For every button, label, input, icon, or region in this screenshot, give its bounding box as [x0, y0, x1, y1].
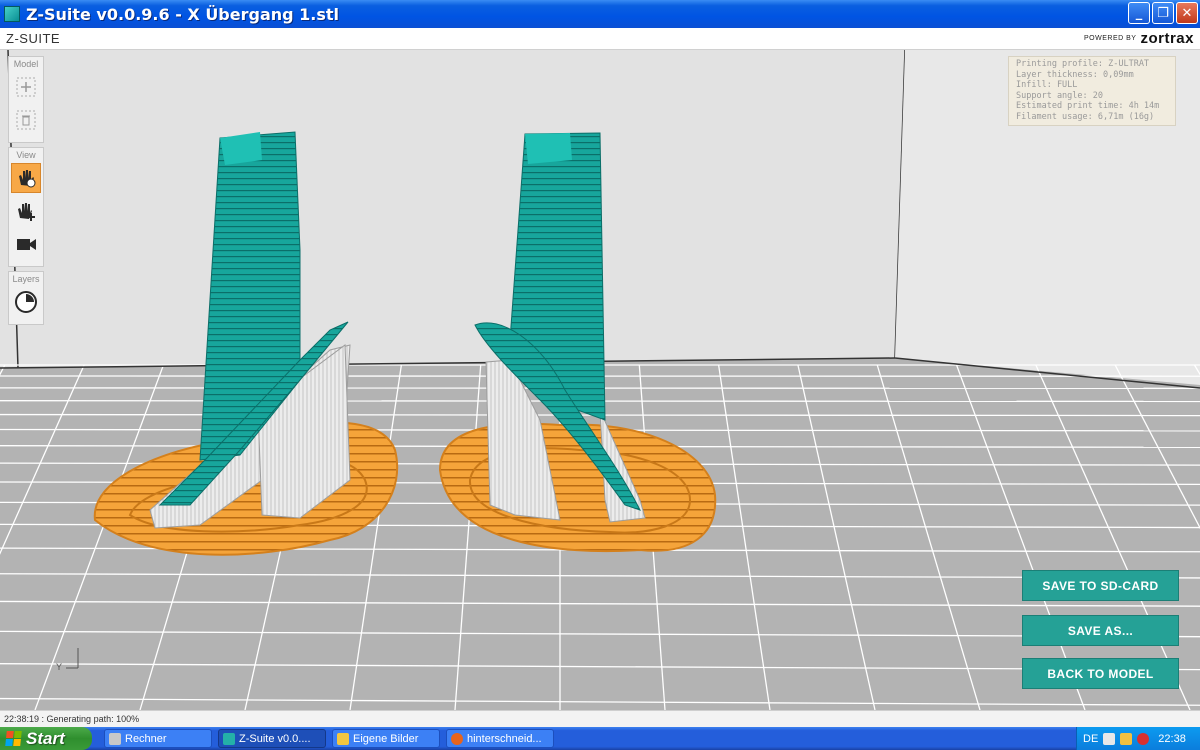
toolbar-group-label: View: [16, 150, 36, 160]
add-icon: [16, 77, 36, 97]
axis-label: Y: [56, 662, 62, 672]
camera-icon: [17, 239, 36, 250]
info-support-angle: Support angle: 20: [1016, 90, 1103, 101]
info-profile: Printing profile: Z-ULTRAT: [1016, 59, 1150, 69]
app-logo: Z-SUITE: [6, 31, 61, 46]
taskbar-item-label: Eigene Bilder: [353, 732, 419, 745]
application-window: Z-Suite v0.0.9.6 - X Übergang 1.stl _ ❐ …: [0, 0, 1200, 750]
print-preview-scene: Y: [0, 50, 1200, 710]
powered-by: POWERED BY zortrax: [1084, 30, 1194, 47]
info-infill: Infill: FULL: [1016, 80, 1078, 91]
toolbar-group-model: Model: [8, 56, 44, 143]
windows-logo-icon: [5, 731, 22, 746]
save-as-button[interactable]: SAVE AS...: [1022, 615, 1179, 646]
info-filament-usage: Filament usage: 6,71m (16g): [1016, 111, 1155, 122]
folder-icon: [337, 732, 349, 745]
left-toolbar: Model View Layers: [8, 56, 44, 329]
restore-button[interactable]: ❐: [1152, 2, 1174, 24]
toolbar-group-label: Model: [13, 59, 39, 69]
app-icon: [4, 6, 20, 22]
toolbar-group-layers: Layers: [8, 271, 44, 325]
rotate-view-button[interactable]: [11, 163, 41, 193]
info-print-time: Estimated print time: 4h 14m: [1016, 101, 1160, 112]
toolbar-group-view: View: [8, 147, 44, 267]
toolbar-group-label: Layers: [12, 274, 40, 284]
layers-button[interactable]: [11, 287, 41, 317]
language-indicator[interactable]: DE: [1083, 733, 1098, 745]
pan-view-button[interactable]: [11, 196, 41, 226]
back-to-model-button[interactable]: BACK TO MODEL: [1022, 658, 1179, 689]
tray-security-icon[interactable]: [1120, 732, 1133, 745]
clock-layers-icon: [15, 291, 37, 313]
tray-app-icon[interactable]: [1103, 732, 1116, 745]
print-info-panel: Printing profile: Z-ULTRAT Layer thickne…: [1008, 56, 1176, 126]
3d-viewport[interactable]: Y Model View Layers Printing profile: Z-…: [0, 50, 1200, 710]
info-layer-thickness: Layer thickness: 0,09mm: [1016, 69, 1134, 80]
trash-icon: [16, 110, 36, 130]
app-header: Z-SUITE POWERED BY zortrax: [0, 28, 1200, 50]
calculator-icon: [109, 732, 121, 745]
add-model-button[interactable]: [11, 72, 41, 102]
minimize-button[interactable]: _: [1128, 2, 1150, 24]
status-text: 22:38:19 : Generating path: 100%: [4, 714, 140, 724]
taskbar-item-eigene-bilder[interactable]: Eigene Bilder: [332, 729, 440, 748]
taskbar-item-hinterschneid[interactable]: hinterschneid...: [446, 729, 554, 748]
taskbar-item-label: hinterschneid...: [467, 732, 542, 745]
window-title-bar[interactable]: Z-Suite v0.0.9.6 - X Übergang 1.stl _ ❐ …: [0, 0, 1200, 28]
hand-rotate-icon: [19, 170, 36, 188]
start-button[interactable]: Start: [0, 727, 92, 750]
system-tray: DE 22:38: [1076, 727, 1200, 750]
save-to-sd-card-button[interactable]: SAVE TO SD-CARD: [1022, 570, 1179, 601]
taskbar-item-z-suite[interactable]: Z-Suite v0.0....: [218, 729, 326, 748]
status-bar: 22:38:19 : Generating path: 100%: [0, 710, 1200, 727]
close-button[interactable]: ✕: [1176, 2, 1198, 24]
camera-view-button[interactable]: [11, 229, 41, 259]
taskbar-item-label: Z-Suite v0.0....: [239, 732, 311, 745]
brand-logo: zortrax: [1140, 30, 1194, 47]
clock: 22:38: [1158, 732, 1186, 745]
z-suite-icon: [223, 732, 235, 745]
start-label: Start: [26, 728, 65, 748]
tray-status-icon[interactable]: [1137, 732, 1150, 745]
firefox-icon: [451, 732, 463, 745]
taskbar-item-label: Rechner: [125, 732, 167, 745]
hand-move-icon: [18, 203, 35, 221]
delete-model-button[interactable]: [11, 105, 41, 135]
powered-by-label: POWERED BY: [1084, 35, 1137, 42]
taskbar-item-rechner[interactable]: Rechner: [104, 729, 212, 748]
window-title: Z-Suite v0.0.9.6 - X Übergang 1.stl: [26, 4, 340, 24]
back-wall: [0, 50, 905, 368]
taskbar: Start Rechner Z-Suite v0.0.... Eigene Bi…: [0, 727, 1200, 750]
